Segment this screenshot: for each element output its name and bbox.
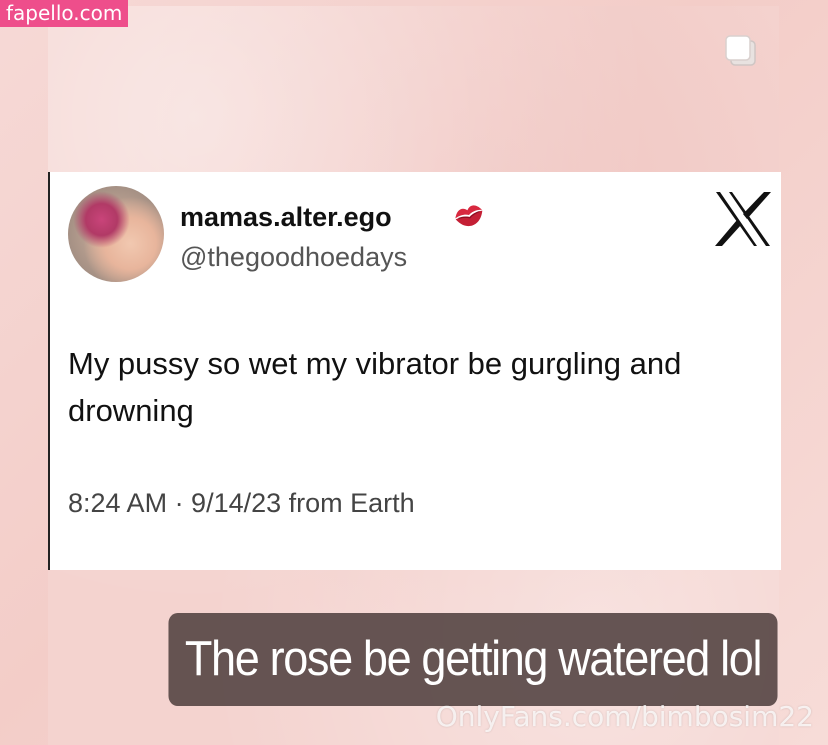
caption-overlay: The rose be getting watered lol [168, 613, 778, 706]
avatar[interactable] [68, 186, 164, 282]
tweet-card: mamas.alter.ego @thegoodhoedays My pussy… [48, 172, 781, 570]
tweet-text: My pussy so wet my vibrator be gurgling … [68, 346, 682, 428]
kiss-mark-icon [455, 205, 483, 227]
onlyfans-watermark: OnlyFans.com/bimbosim22 [435, 700, 814, 733]
x-logo-icon [715, 192, 771, 246]
site-watermark[interactable]: fapello.com [0, 0, 129, 27]
tweet-timestamp: 8:24 AM · 9/14/23 from Earth [68, 488, 415, 518]
user-handle[interactable]: @thegoodhoedays [180, 242, 407, 273]
display-name[interactable]: mamas.alter.ego [180, 202, 392, 233]
multiple-posts-icon[interactable] [722, 32, 758, 68]
